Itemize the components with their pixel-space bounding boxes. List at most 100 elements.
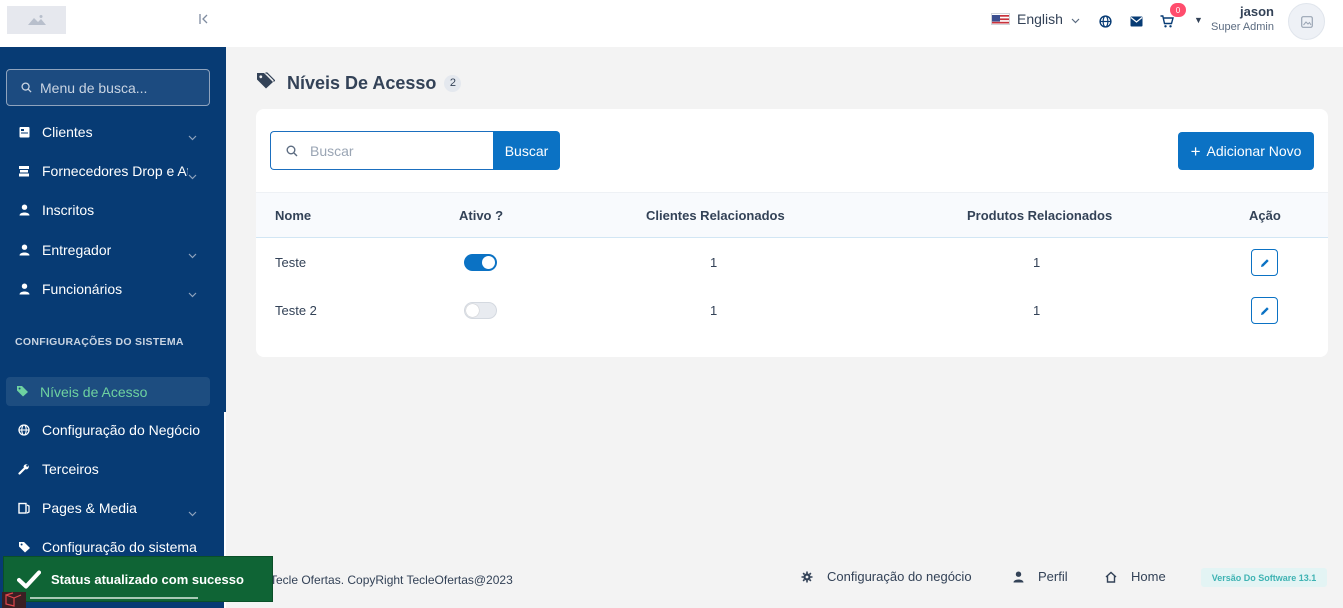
footer-link-perfil[interactable]: Perfil	[1013, 569, 1068, 584]
active-toggle[interactable]	[464, 254, 497, 271]
chevron-down-icon	[188, 504, 197, 520]
chevron-down-icon	[188, 246, 197, 262]
user-icon	[17, 243, 31, 257]
toast-message: Status atualizado com sucesso	[51, 571, 244, 587]
edit-button[interactable]	[1251, 249, 1278, 276]
row-clients-count: 1	[710, 255, 718, 270]
wrench-icon	[17, 462, 31, 476]
caret-down-icon[interactable]: ▼	[1194, 15, 1203, 25]
add-new-label: Adicionar Novo	[1206, 143, 1302, 159]
tag-icon	[256, 72, 276, 94]
user-name[interactable]: jason	[1240, 4, 1274, 19]
sidebar-item-entregador[interactable]: Entregador	[0, 232, 226, 268]
sidebar-item-clientes[interactable]: Clientes	[0, 114, 226, 150]
laravel-logo-icon	[2, 592, 26, 608]
search-button[interactable]: Buscar	[493, 131, 560, 170]
column-header-ativo: Ativo ?	[459, 208, 504, 223]
page-title: Níveis De Acesso	[287, 72, 437, 93]
sidebar-item-terceiros[interactable]: Terceiros	[0, 451, 226, 487]
user-icon	[17, 282, 31, 296]
sidebar-item-niveis-de-acesso[interactable]: Níveis de Acesso	[6, 377, 210, 406]
sidebar-item-inscritos[interactable]: Inscritos	[0, 192, 226, 228]
us-flag-icon	[991, 13, 1010, 25]
page-heading: Níveis De Acesso 2	[256, 72, 462, 94]
chevron-down-icon	[188, 167, 197, 183]
tag-icon	[17, 540, 31, 554]
sidebar: Menu de busca... Clientes Fornecedores D…	[0, 0, 226, 608]
image-placeholder-icon	[1300, 15, 1313, 28]
sidebar-item-pages-media[interactable]: Pages & Media	[0, 490, 226, 526]
column-header-clientes: Clientes Relacionados	[646, 208, 785, 223]
collapse-sidebar-icon[interactable]	[196, 11, 212, 27]
success-toast[interactable]: Status atualizado com sucesso	[3, 556, 273, 602]
plus-icon: +	[1190, 141, 1201, 161]
chevron-down-icon	[188, 128, 197, 144]
avatar[interactable]	[1288, 3, 1325, 40]
sidebar-item-label: Pages & Media	[42, 500, 137, 516]
column-header-nome: Nome	[275, 208, 312, 223]
footer-link-label: Home	[1131, 569, 1166, 584]
sidebar-item-label: Funcionários	[42, 281, 123, 297]
sidebar-item-funcionarios[interactable]: Funcionários	[0, 271, 226, 307]
sidebar-section-title: CONFIGURAÇÕES DO SISTEMA	[15, 336, 184, 348]
chevron-down-icon	[188, 285, 197, 301]
gear-icon	[801, 571, 813, 582]
pencil-icon	[1260, 306, 1269, 315]
language-selector[interactable]: English	[991, 11, 1080, 27]
mail-icon[interactable]	[1128, 13, 1144, 29]
checkmark-icon	[17, 570, 41, 588]
pages-icon	[17, 501, 31, 515]
top-header: English 0 ▼ jason Super Admin	[226, 0, 1343, 47]
table-header: Nome Ativo ? Clientes Relacionados Produ…	[256, 192, 1328, 238]
clipboard-icon	[17, 125, 31, 139]
row-name: Teste	[275, 255, 307, 270]
footer-link-label: Configuração do negócio	[827, 569, 972, 584]
sidebar-search-input[interactable]: Menu de busca...	[6, 69, 210, 106]
sidebar-item-fornecedores[interactable]: Fornecedores Drop e Atacado	[0, 153, 226, 189]
sidebar-item-configuracao-negocio[interactable]: Configuração do Negócio	[0, 412, 226, 448]
user-icon	[1013, 571, 1024, 582]
row-name: Teste 2	[275, 303, 317, 318]
footer-link-home[interactable]: Home	[1105, 569, 1166, 584]
column-header-acao: Ação	[1249, 208, 1281, 223]
search-icon	[286, 145, 298, 156]
supplier-icon	[17, 164, 31, 178]
sidebar-menu: Menu de busca... Clientes Fornecedores D…	[0, 47, 226, 608]
logo[interactable]	[7, 6, 66, 34]
globe-icon[interactable]	[1097, 13, 1113, 29]
add-new-button[interactable]: + Adicionar Novo	[1178, 132, 1314, 170]
sidebar-item-label: Entregador	[42, 242, 112, 258]
count-badge: 2	[444, 74, 462, 92]
sidebar-item-label: Configuração do sistema	[42, 539, 197, 555]
sidebar-item-label: Configuração do Negócio	[42, 422, 200, 438]
footer-link-configuracao[interactable]: Configuração do negócio	[801, 569, 972, 584]
home-icon	[1105, 571, 1117, 583]
sidebar-item-label: Clientes	[42, 124, 93, 140]
tag-icon	[16, 385, 30, 399]
row-products-count: 1	[1033, 255, 1041, 270]
toggle-knob	[482, 256, 495, 269]
footer-copyright: Tecle Ofertas. CopyRight TecleOfertas@20…	[270, 573, 513, 587]
row-products-count: 1	[1033, 303, 1041, 318]
edit-button[interactable]	[1251, 297, 1278, 324]
user-icon	[17, 203, 31, 217]
active-toggle[interactable]	[464, 302, 497, 319]
access-levels-card: Buscar Buscar + Adicionar Novo Nome Ativ…	[256, 109, 1328, 357]
column-header-produtos: Produtos Relacionados	[967, 208, 1113, 223]
globe-icon	[17, 423, 31, 437]
user-role: Super Admin	[1211, 21, 1274, 33]
sidebar-brand	[0, 0, 226, 47]
language-label: English	[1017, 11, 1063, 27]
toggle-knob	[466, 304, 479, 317]
sidebar-search-placeholder: Menu de busca...	[40, 79, 148, 96]
image-placeholder-icon	[27, 15, 46, 25]
software-version-badge: Versão Do Software 13.1	[1201, 568, 1327, 587]
pencil-icon	[1260, 258, 1269, 267]
sidebar-item-label: Níveis de Acesso	[40, 383, 148, 400]
sidebar-item-label: Inscritos	[42, 202, 95, 218]
cart-count-badge: 0	[1170, 3, 1186, 17]
row-clients-count: 1	[710, 303, 718, 318]
search-input[interactable]: Buscar	[270, 131, 494, 170]
sidebar-item-label: Terceiros	[42, 461, 99, 477]
search-placeholder: Buscar	[310, 142, 354, 159]
